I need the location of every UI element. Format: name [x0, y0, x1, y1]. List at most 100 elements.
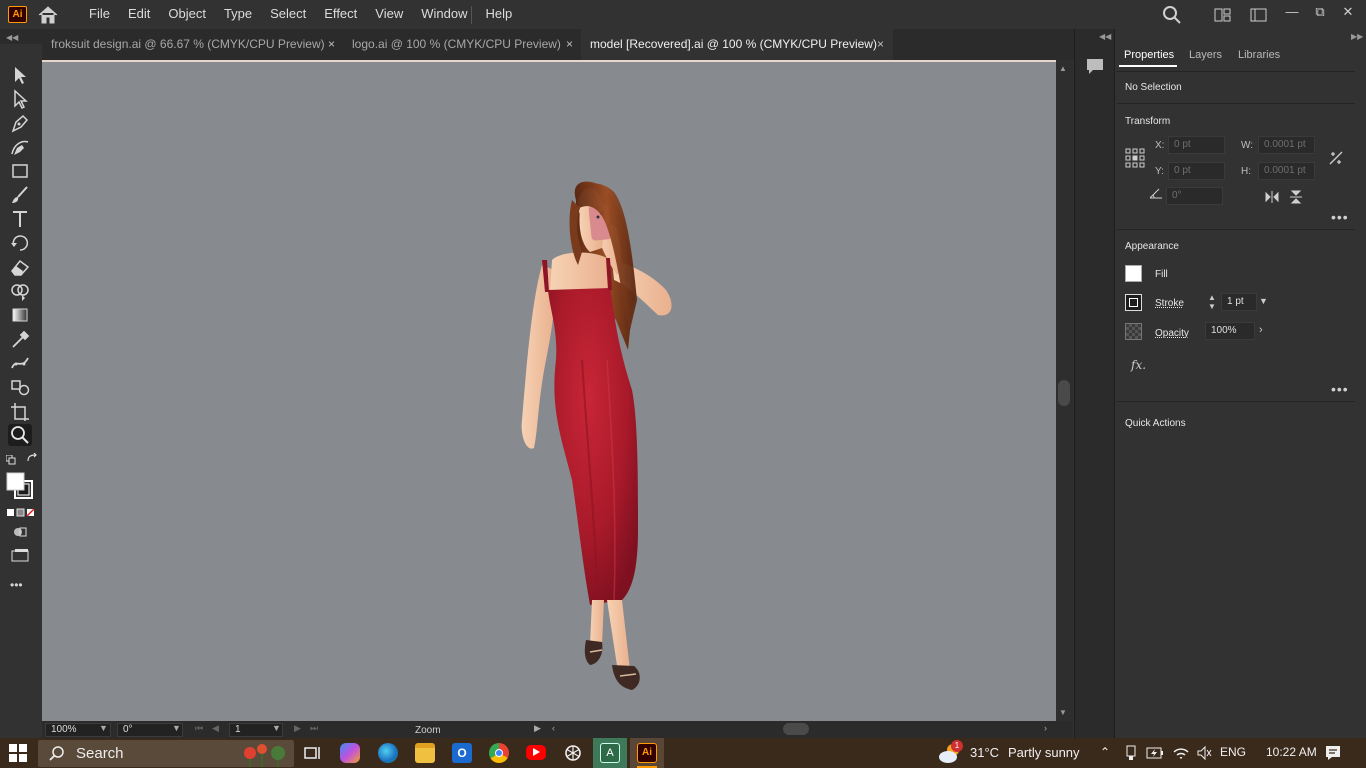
eyedropper-tool-icon[interactable]	[8, 328, 32, 350]
type-tool-icon[interactable]	[8, 208, 32, 230]
x-input[interactable]: 0 pt	[1168, 136, 1225, 154]
illustrator-taskbar-icon[interactable]: Ai	[637, 743, 657, 763]
zoom-dropdown-icon[interactable]: ▼	[99, 723, 108, 733]
menu-select[interactable]: Select	[261, 0, 315, 29]
gradient-tool-icon[interactable]	[8, 304, 32, 326]
close-tab-icon[interactable]: ×	[328, 29, 335, 60]
opacity-icon[interactable]	[1125, 323, 1142, 340]
scroll-left-icon[interactable]: ‹	[552, 723, 555, 733]
next-artboard-icon[interactable]: ▶	[294, 723, 301, 734]
show-hidden-icons-icon[interactable]: ⌃	[1100, 745, 1110, 759]
zoom-tool-icon[interactable]	[8, 424, 32, 446]
opacity-expand-icon[interactable]: ›	[1259, 324, 1263, 336]
draw-mode-icon[interactable]	[12, 525, 28, 539]
default-colors-icon[interactable]	[5, 454, 16, 465]
appearance-more-icon[interactable]: •••	[1331, 381, 1349, 397]
fill-swatch[interactable]	[1125, 265, 1142, 282]
weather-description[interactable]: Partly sunny	[1008, 745, 1080, 760]
w-input[interactable]: 0.0001 pt	[1258, 136, 1315, 154]
rectangle-tool-icon[interactable]	[8, 160, 32, 182]
battery-charging-icon[interactable]	[1146, 746, 1164, 760]
outlook-icon[interactable]: O	[452, 743, 472, 763]
chatgpt-icon[interactable]	[563, 743, 583, 763]
clock-time[interactable]: 10:22 AM	[1266, 745, 1317, 759]
close-button[interactable]: ✕	[1339, 3, 1357, 21]
edit-toolbar-icon[interactable]: •••	[10, 578, 23, 592]
curvature-tool-icon[interactable]	[8, 136, 32, 158]
rotation-dropdown-icon[interactable]: ▼	[172, 723, 181, 733]
direct-selection-tool-icon[interactable]	[8, 88, 32, 110]
file-explorer-icon[interactable]	[415, 743, 435, 763]
last-artboard-icon[interactable]: ⏭	[310, 723, 318, 734]
menu-help[interactable]: Help	[476, 0, 521, 29]
effects-fx-icon[interactable]: fx.	[1131, 358, 1146, 372]
artboard-dropdown-icon[interactable]: ▼	[272, 723, 281, 733]
screen-mode-icon[interactable]	[10, 548, 30, 562]
minimize-button[interactable]: —	[1283, 3, 1301, 21]
opacity-input[interactable]: 100%	[1205, 322, 1255, 340]
eraser-tool-icon[interactable]	[8, 256, 32, 278]
home-icon[interactable]	[37, 5, 59, 25]
collapse-toolbar-icon[interactable]: ◀◀	[6, 33, 18, 42]
stroke-stepper-icon[interactable]: ▲ ▼	[1208, 293, 1216, 311]
weather-temperature[interactable]: 31°C	[970, 745, 999, 760]
panel-layout-icon[interactable]	[1250, 8, 1267, 22]
scroll-right-icon[interactable]: ›	[1044, 723, 1047, 733]
angle-input[interactable]: 0°	[1166, 187, 1223, 205]
stroke-swatch[interactable]	[1125, 294, 1142, 311]
status-menu-icon[interactable]: ▶	[534, 723, 541, 734]
vertical-scroll-thumb[interactable]	[1058, 380, 1070, 406]
collapse-dock-icon[interactable]: ◀◀	[1099, 32, 1111, 41]
scroll-down-icon[interactable]: ▼	[1059, 708, 1067, 717]
task-view-icon[interactable]	[302, 743, 322, 763]
tab-layers[interactable]: Layers	[1189, 49, 1222, 61]
menu-file[interactable]: File	[80, 0, 119, 29]
menu-object[interactable]: Object	[159, 0, 215, 29]
stroke-label[interactable]: Stroke	[1155, 298, 1184, 309]
search-icon[interactable]	[1162, 5, 1182, 25]
scroll-up-icon[interactable]: ▲	[1059, 64, 1067, 73]
close-tab-icon[interactable]: ×	[566, 29, 573, 60]
volume-muted-icon[interactable]	[1196, 745, 1212, 761]
comments-icon[interactable]	[1085, 56, 1105, 76]
menu-window[interactable]: Window	[412, 0, 476, 29]
restore-button[interactable]: ⧉	[1311, 3, 1329, 21]
tab-froksuit-design[interactable]: froksuit design.ai @ 66.67 % (CMYK/CPU P…	[42, 29, 342, 60]
y-input[interactable]: 0 pt	[1168, 162, 1225, 180]
notifications-icon[interactable]	[1324, 744, 1342, 762]
close-tab-icon[interactable]: ×	[877, 29, 884, 60]
stroke-weight-dropdown-icon[interactable]: ▼	[1259, 296, 1268, 306]
workspace-layout-icon[interactable]	[1214, 8, 1231, 22]
usb-device-icon[interactable]	[1124, 745, 1138, 761]
fill-label[interactable]: Fill	[1155, 269, 1168, 280]
artboard-canvas[interactable]	[42, 60, 1056, 721]
paintbrush-tool-icon[interactable]	[8, 184, 32, 206]
windows-start-icon[interactable]	[9, 744, 27, 762]
h-input[interactable]: 0.0001 pt	[1258, 162, 1315, 180]
expand-panel-icon[interactable]: ▶▶	[1351, 32, 1363, 41]
reference-point-icon[interactable]	[1125, 148, 1145, 168]
opacity-label[interactable]: Opacity	[1155, 328, 1189, 339]
wifi-icon[interactable]	[1172, 745, 1190, 761]
edge-browser-icon[interactable]	[378, 743, 398, 763]
fill-stroke-swatches[interactable]	[6, 472, 34, 500]
menu-edit[interactable]: Edit	[119, 0, 159, 29]
flip-horizontal-icon[interactable]	[1265, 190, 1279, 204]
previous-artboard-icon[interactable]: ◀	[212, 723, 219, 734]
flip-vertical-icon[interactable]	[1289, 190, 1303, 204]
input-language[interactable]: ENG	[1220, 745, 1246, 759]
blend-tool-icon[interactable]	[8, 376, 32, 398]
copilot-icon[interactable]	[340, 743, 360, 763]
pen-tool-icon[interactable]	[8, 112, 32, 134]
selection-tool-icon[interactable]	[8, 64, 32, 86]
horizontal-scroll-thumb[interactable]	[783, 723, 809, 735]
stroke-weight-input[interactable]: 1 pt	[1221, 293, 1257, 311]
chrome-icon[interactable]	[489, 743, 509, 763]
menu-view[interactable]: View	[366, 0, 412, 29]
swap-colors-icon[interactable]	[26, 452, 38, 465]
tab-model-recovered[interactable]: model [Recovered].ai @ 100 % (CMYK/CPU P…	[581, 29, 893, 60]
transform-more-icon[interactable]: •••	[1331, 209, 1349, 225]
constrain-proportions-icon[interactable]	[1328, 150, 1344, 166]
tab-logo[interactable]: logo.ai @ 100 % (CMYK/CPU Preview) ×	[343, 29, 580, 60]
rotate-tool-icon[interactable]	[8, 232, 32, 254]
